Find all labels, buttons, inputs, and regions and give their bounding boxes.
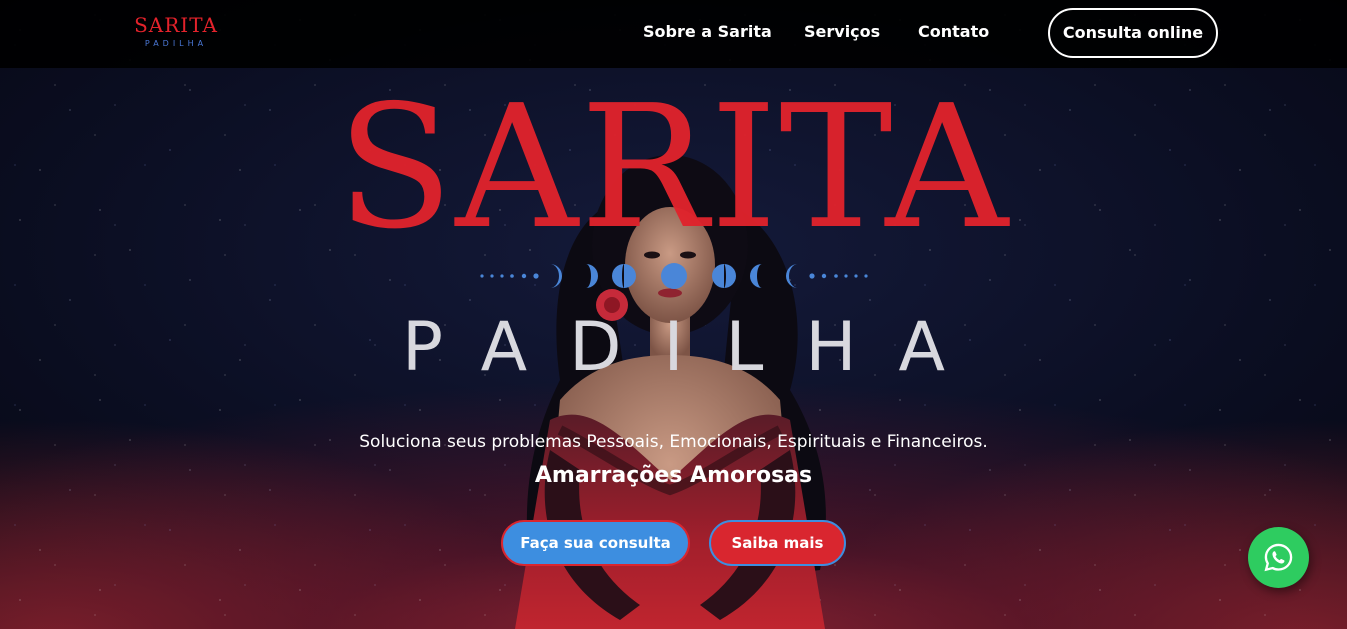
brand-logo[interactable]: SARITA PADILHA [131,14,221,54]
logo-subtitle: PADILHA [144,39,208,48]
whatsapp-icon [1264,543,1293,572]
nav-link-servicos[interactable]: Serviços [804,22,880,41]
nav-link-sobre[interactable]: Sobre a Sarita [643,22,772,41]
landing-page: SARITA PADILHA Sobre a Sarita Serviços C… [0,0,1347,629]
moon-phases-icon [480,263,868,289]
hero-title: SARITA [336,69,1011,267]
hero-subtitle: PADILHA [401,308,988,387]
consulta-online-button[interactable]: Consulta online [1048,8,1218,58]
top-navbar: SARITA PADILHA Sobre a Sarita Serviços C… [0,0,1347,68]
hero-subtagline: Amarrações Amorosas [534,463,813,488]
logo-title: SARITA [134,13,218,37]
whatsapp-button[interactable] [1248,527,1309,588]
nav-link-contato[interactable]: Contato [918,22,989,41]
faca-sua-consulta-button[interactable]: Faça sua consulta [501,520,690,566]
saiba-mais-button[interactable]: Saiba mais [709,520,846,566]
hero-tagline: Soluciona seus problemas Pessoais, Emoci… [359,432,988,452]
